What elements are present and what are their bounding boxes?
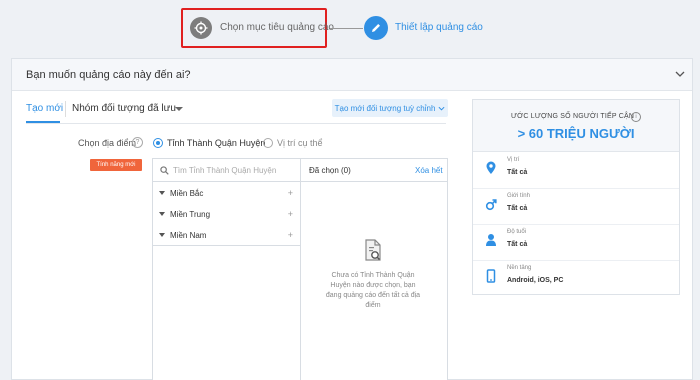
step1-label[interactable]: Chọn mục tiêu quảng cáo (220, 22, 334, 33)
picker-list-end (153, 245, 300, 246)
caret-down-icon[interactable] (159, 212, 165, 216)
create-custom-audience-button[interactable]: Tạo mới đối tượng tuỳ chỉnh (332, 99, 448, 117)
audience-card: Bạn muốn quảng cáo này đến ai? Tạo mới N… (11, 58, 693, 380)
plus-icon[interactable]: + (288, 230, 293, 240)
tab-active-indicator (26, 121, 60, 123)
picker-divider (153, 181, 300, 182)
reach-estimate-panel: ƯỚC LƯỢNG SỐ NGƯỜI TIẾP CẬN i > 60 TRIỆU… (472, 99, 680, 295)
gender-icon (485, 199, 497, 211)
estimate-row-age: Độ tuổi Tất cả (473, 225, 679, 261)
region-item[interactable]: Miền Nam + (159, 228, 293, 242)
step-connector (330, 28, 363, 29)
estimate-row-location: Vị trí Tất cả (473, 153, 679, 189)
estimate-row-label: Độ tuổi (507, 229, 527, 235)
clear-all-link[interactable]: Xóa hết (415, 166, 443, 175)
region-label: Miền Nam (170, 230, 207, 240)
new-feature-badge: Tính năng mới (90, 159, 142, 171)
region-label: Miền Trung (170, 209, 211, 219)
location-label: Chọn địa điểm (78, 138, 137, 148)
empty-state-message: Chưa có Tỉnh Thành Quận Huyện nào được c… (325, 272, 421, 309)
reach-estimate-header: ƯỚC LƯỢNG SỐ NGƯỜI TIẾP CẬN i > 60 TRIỆU… (473, 100, 679, 152)
reach-estimate-value: > 60 TRIỆU NGƯỜI (517, 126, 635, 141)
radio-province[interactable] (153, 138, 163, 148)
tab-separator (65, 101, 66, 117)
estimate-row-gender: Giới tính Tất cả (473, 189, 679, 225)
location-search-input[interactable] (173, 163, 295, 178)
target-icon[interactable] (190, 17, 212, 39)
step2-label[interactable]: Thiết lập quảng cáo (395, 22, 483, 33)
card-header[interactable]: Bạn muốn quảng cáo này đến ai? (12, 59, 692, 91)
estimate-row-value: Tất cả (507, 169, 528, 176)
estimate-row-label: Giới tính (507, 193, 530, 199)
search-icon (160, 166, 169, 175)
plus-icon[interactable]: + (288, 209, 293, 219)
location-picker: Miền Bắc + Miền Trung + Miền Nam + Đã ch… (152, 158, 448, 380)
caret-down-icon[interactable] (159, 191, 165, 195)
plus-icon[interactable]: + (288, 188, 293, 198)
tabs-divider (26, 123, 446, 124)
reach-estimate-title: ƯỚC LƯỢNG SỐ NGƯỜI TIẾP CẬN (511, 113, 635, 120)
info-icon[interactable]: i (631, 112, 641, 122)
radio-province-label[interactable]: Tỉnh Thành Quận Huyện (167, 138, 265, 148)
region-item[interactable]: Miền Trung + (159, 207, 293, 221)
saved-audience-dropdown[interactable]: Nhóm đối tượng đã lưu (72, 103, 176, 114)
caret-down-icon[interactable] (175, 107, 183, 111)
estimate-row-platform: Nền tảng Android, iOS, PC (473, 261, 679, 297)
picker-split-line (300, 159, 301, 380)
empty-document-icon (365, 239, 381, 261)
help-icon[interactable]: ? (132, 137, 143, 148)
mobile-icon (486, 269, 496, 283)
person-icon (486, 234, 496, 246)
chevron-down-icon (438, 106, 445, 111)
region-label: Miền Bắc (170, 188, 204, 198)
estimate-row-value: Android, iOS, PC (507, 277, 564, 284)
estimate-row-label: Vị trí (507, 157, 520, 163)
region-item[interactable]: Miền Bắc + (159, 186, 293, 200)
radio-specific-location[interactable] (263, 138, 273, 148)
pencil-icon[interactable] (364, 16, 388, 40)
chevron-down-icon[interactable] (674, 68, 686, 80)
chosen-count-label: Đã chọn (0) (309, 166, 351, 175)
estimate-row-value: Tất cả (507, 205, 528, 212)
stepper: Chọn mục tiêu quảng cáo Thiết lập quảng … (0, 0, 700, 58)
estimate-row-label: Nền tảng (507, 265, 532, 271)
card-title: Bạn muốn quảng cáo này đến ai? (26, 69, 191, 81)
location-pin-icon (486, 161, 496, 174)
picker-divider (301, 181, 447, 182)
tab-new[interactable]: Tạo mới (26, 103, 63, 114)
radio-selected-dot (156, 141, 160, 145)
create-custom-audience-label: Tạo mới đối tượng tuỳ chỉnh (334, 103, 436, 113)
radio-specific-location-label[interactable]: Vị trí cụ thể (277, 138, 323, 148)
estimate-row-value: Tất cả (507, 241, 528, 248)
caret-down-icon[interactable] (159, 233, 165, 237)
